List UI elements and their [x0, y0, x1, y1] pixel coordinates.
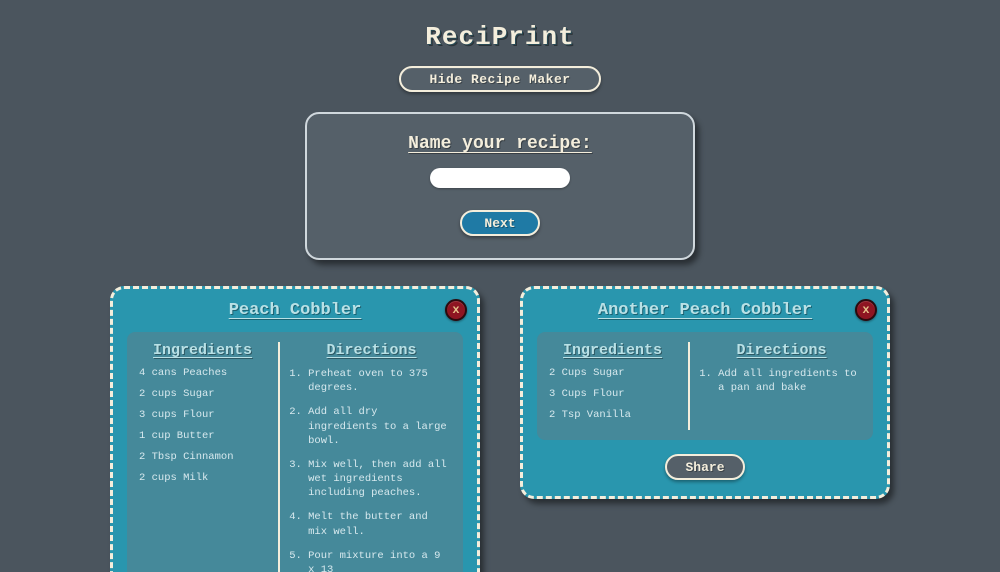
list-item: 1 cup Butter — [139, 430, 266, 442]
list-item: 3 cups Flour — [139, 409, 266, 421]
list-item: Melt the butter and mix well. — [308, 510, 451, 538]
share-button[interactable]: Share — [665, 454, 744, 480]
directions-column: Directions Add all ingredients to a pan … — [690, 342, 861, 430]
ingredients-heading: Ingredients — [549, 342, 676, 359]
list-item: Pour mixture into a 9 x 13 — [308, 549, 451, 572]
list-item: Mix well, then add all wet ingredients i… — [308, 458, 451, 501]
recipe-name-label: Name your recipe: — [327, 134, 673, 154]
list-item: 2 cups Sugar — [139, 388, 266, 400]
recipe-name-input[interactable] — [430, 168, 570, 188]
list-item: Add all ingredients to a pan and bake — [718, 367, 861, 395]
ingredients-list: 2 Cups Sugar 3 Cups Flour 2 Tsp Vanilla — [549, 367, 676, 421]
directions-list: Add all ingredients to a pan and bake — [702, 367, 861, 395]
close-icon[interactable]: x — [445, 299, 467, 321]
recipe-card-title: Peach Cobbler — [127, 301, 463, 320]
directions-heading: Directions — [702, 342, 861, 359]
close-icon[interactable]: x — [855, 299, 877, 321]
list-item: 2 Tbsp Cinnamon — [139, 451, 266, 463]
directions-heading: Directions — [292, 342, 451, 359]
recipe-card: x Peach Cobbler Ingredients 4 cans Peach… — [110, 286, 480, 572]
list-item: 2 cups Milk — [139, 472, 266, 484]
recipe-card-footer: Share — [537, 454, 873, 480]
recipe-card-body: Ingredients 4 cans Peaches 2 cups Sugar … — [127, 332, 463, 572]
list-item: 3 Cups Flour — [549, 388, 676, 400]
list-item: 2 Cups Sugar — [549, 367, 676, 379]
hide-recipe-maker-button[interactable]: Hide Recipe Maker — [399, 66, 600, 92]
recipe-card: x Another Peach Cobbler Ingredients 2 Cu… — [520, 286, 890, 499]
ingredients-heading: Ingredients — [139, 342, 266, 359]
recipe-card-title: Another Peach Cobbler — [537, 301, 873, 320]
list-item: Preheat oven to 375 degrees. — [308, 367, 451, 395]
directions-list: Preheat oven to 375 degrees. Add all dry… — [292, 367, 451, 572]
app-title: ReciPrint — [425, 22, 574, 52]
ingredients-column: Ingredients 2 Cups Sugar 3 Cups Flour 2 … — [549, 342, 690, 430]
ingredients-column: Ingredients 4 cans Peaches 2 cups Sugar … — [139, 342, 280, 572]
recipe-cards-row: x Peach Cobbler Ingredients 4 cans Peach… — [0, 286, 1000, 572]
list-item: Add all dry ingredients to a large bowl. — [308, 405, 451, 448]
recipe-maker-panel: Name your recipe: Next — [305, 112, 695, 260]
directions-column: Directions Preheat oven to 375 degrees. … — [280, 342, 451, 572]
ingredients-list: 4 cans Peaches 2 cups Sugar 3 cups Flour… — [139, 367, 266, 484]
list-item: 4 cans Peaches — [139, 367, 266, 379]
recipe-card-body: Ingredients 2 Cups Sugar 3 Cups Flour 2 … — [537, 332, 873, 440]
next-button[interactable]: Next — [460, 210, 539, 236]
list-item: 2 Tsp Vanilla — [549, 409, 676, 421]
